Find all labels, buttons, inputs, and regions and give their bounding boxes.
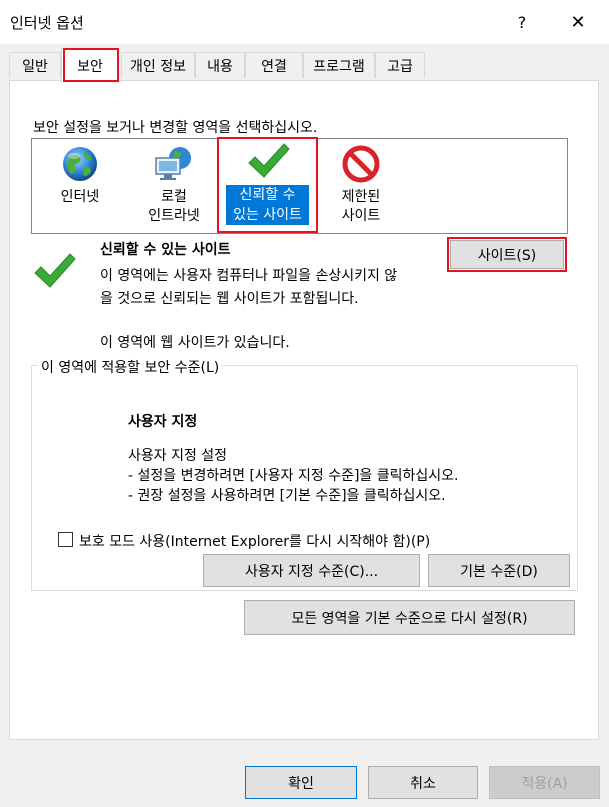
sites-note: 이 영역에 웹 사이트가 있습니다. (100, 335, 290, 351)
tab-advanced[interactable]: 고급 (375, 52, 425, 78)
level-description: 사용자 지정 설정 (128, 448, 228, 464)
level-name: 사용자 지정 (128, 414, 198, 430)
zone-local-intranet[interactable]: 로컬 인트라넷 (136, 140, 212, 230)
help-icon: ? (517, 12, 527, 32)
close-icon: ✕ (570, 11, 586, 33)
custom-level-button[interactable]: 사용자 지정 수준(C)... (203, 554, 420, 587)
sites-button[interactable]: 사이트(S) (450, 240, 564, 269)
zone-local-intranet-label-1: 로컬 (161, 189, 187, 205)
checkmark-icon (248, 143, 290, 178)
selected-zone-desc-2: 을 것으로 신뢰되는 웹 사이트가 포함됩니다. (100, 291, 359, 307)
tab-security-highlight (63, 48, 119, 82)
zone-trusted-label-2: 있는 사이트 (226, 205, 309, 225)
apply-button[interactable]: 적용(A) (489, 766, 600, 799)
zone-restricted-sites[interactable]: 제한된 사이트 (326, 140, 396, 230)
tab-general[interactable]: 일반 (9, 52, 61, 78)
zone-internet[interactable]: 인터넷 (48, 140, 112, 230)
zone-internet-label: 인터넷 (60, 189, 100, 205)
close-button[interactable]: ✕ (556, 6, 600, 38)
selected-zone-title: 신뢰할 수 있는 사이트 (100, 242, 231, 258)
tab-programs[interactable]: 프로그램 (303, 52, 375, 78)
tab-connections[interactable]: 연결 (245, 52, 303, 78)
tab-privacy[interactable]: 개인 정보 (121, 52, 195, 78)
cancel-button[interactable]: 취소 (368, 766, 478, 799)
reset-all-zones-button[interactable]: 모든 영역을 기본 수준으로 다시 설정(R) (244, 600, 575, 635)
tab-content[interactable]: 내용 (195, 52, 245, 78)
prohibited-icon (342, 145, 380, 183)
window-title: 인터넷 옵션 (10, 14, 84, 32)
selected-zone-desc-1: 이 영역에는 사용자 컴퓨터나 파일을 손상시키지 않 (100, 268, 398, 284)
globe-icon (63, 147, 97, 181)
level-hint-custom: - 설정을 변경하려면 [사용자 지정 수준]을 클릭하십시오. (128, 468, 459, 484)
security-level-group-title: 이 영역에 적용할 보안 수준(L) (38, 357, 223, 377)
default-level-button[interactable]: 기본 수준(D) (428, 554, 570, 587)
intranet-icon (155, 147, 191, 180)
zone-trusted-label-1: 신뢰할 수 (226, 185, 309, 205)
help-button[interactable]: ? (500, 6, 544, 38)
protected-mode-checkbox[interactable] (58, 532, 73, 547)
protected-mode-label[interactable]: 보호 모드 사용(Internet Explorer를 다시 시작해야 함)(P… (79, 531, 430, 551)
level-hint-default: - 권장 설정을 사용하려면 [기본 수준]을 클릭하십시오. (128, 488, 446, 504)
zone-restricted-label-2: 사이트 (341, 208, 381, 224)
zone-restricted-label-1: 제한된 (341, 189, 381, 205)
ok-button[interactable]: 확인 (245, 766, 357, 799)
selected-zone-checkmark-icon (34, 253, 76, 288)
zone-prompt: 보안 설정을 보거나 변경할 영역을 선택하십시오. (33, 120, 318, 136)
zone-trusted-sites[interactable]: 신뢰할 수 있는 사이트 (220, 140, 315, 230)
zone-local-intranet-label-2: 인트라넷 (148, 208, 200, 224)
